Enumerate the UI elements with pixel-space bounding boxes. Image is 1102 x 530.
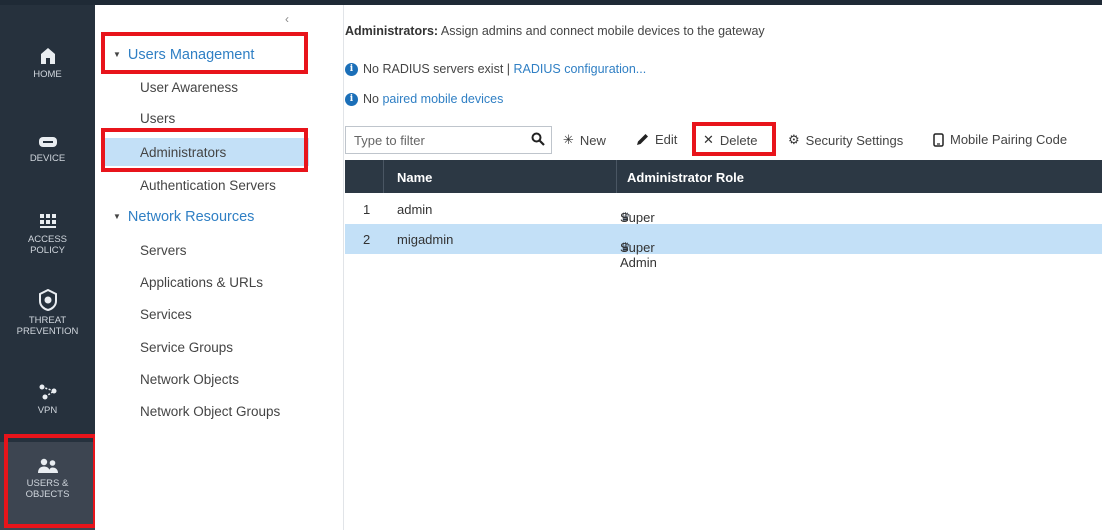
- nav-access-policy-label-1: ACCESS: [27, 234, 68, 245]
- sidebar-item-user-awareness[interactable]: User Awareness: [140, 80, 238, 95]
- radius-info-text: No RADIUS servers exist |: [363, 62, 514, 76]
- info-icon: i: [345, 92, 358, 106]
- edit-button[interactable]: Edit: [636, 132, 677, 147]
- nav-threat-prevention[interactable]: THREAT PREVENTION: [0, 289, 95, 337]
- table-row-selected[interactable]: 2 migadmin ♛ Super Admin: [345, 224, 1102, 270]
- row-number: 1: [363, 202, 371, 217]
- page-title-bold: Administrators:: [345, 24, 439, 38]
- row-number: 2: [363, 232, 371, 247]
- edit-label: Edit: [655, 132, 678, 147]
- sidebar-item-applications-urls[interactable]: Applications & URLs: [140, 275, 263, 290]
- sidebar-item-administrators[interactable]: Administrators: [140, 145, 226, 160]
- admin-name-cell: migadmin: [397, 232, 454, 247]
- mobile-info-prefix: No: [363, 92, 383, 106]
- nav-threat-label-2: PREVENTION: [16, 326, 79, 337]
- column-header-administrator-role[interactable]: Administrator Role: [627, 170, 744, 185]
- security-settings-button[interactable]: ⚙ Security Settings: [788, 132, 903, 148]
- table-row[interactable]: 1 admin ♛Super Admin: [345, 194, 1102, 240]
- admin-name-cell: admin: [397, 202, 433, 217]
- vpn-icon: [39, 384, 56, 400]
- nav-access-policy[interactable]: ACCESS POLICY: [0, 212, 95, 256]
- delete-button[interactable]: ✕ Delete: [703, 132, 757, 148]
- filter-box: [345, 126, 552, 154]
- threat-prevention-icon: [38, 289, 57, 311]
- sidebar-item-network-object-groups[interactable]: Network Object Groups: [140, 404, 280, 419]
- nav-home-label: HOME: [33, 69, 62, 80]
- mobile-info: i No paired mobile devices: [345, 92, 503, 106]
- collapse-sidebar-icon[interactable]: ‹: [285, 12, 289, 26]
- nav-users-objects-label-2: OBJECTS: [25, 489, 70, 500]
- info-icon: i: [345, 62, 358, 76]
- sidebar-item-servers[interactable]: Servers: [140, 243, 187, 258]
- section-network-resources-label: Network Resources: [127, 209, 255, 225]
- admin-role-cell: Super Admin: [620, 240, 657, 270]
- edit-pencil-icon: [637, 134, 648, 145]
- page-title: Administrators: Assign admins and connec…: [345, 24, 765, 38]
- section-users-management-label: Users Management: [127, 47, 255, 63]
- nav-threat-label-1: THREAT: [28, 315, 67, 326]
- radius-configuration-link[interactable]: RADIUS configuration...: [514, 62, 647, 76]
- section-network-resources[interactable]: ▼ Network Resources: [113, 209, 254, 225]
- mobile-pairing-code-button[interactable]: Mobile Pairing Code: [933, 132, 1067, 147]
- sidebar-item-authentication-servers[interactable]: Authentication Servers: [140, 178, 276, 193]
- caret-down-icon: ▼: [113, 212, 121, 221]
- section-users-management[interactable]: ▼ Users Management: [113, 47, 254, 63]
- main-nav-rail: HOME DEVICE ACCESS POLICY THREAT PREVENT…: [0, 5, 95, 530]
- users-objects-icon: [37, 458, 58, 473]
- access-policy-icon: [39, 214, 56, 228]
- table-header: Name Administrator Role: [345, 160, 1102, 193]
- column-header-name[interactable]: Name: [397, 170, 432, 185]
- column-divider: [616, 160, 617, 193]
- sidebar-item-users[interactable]: Users: [140, 111, 175, 126]
- nav-users-objects[interactable]: USERS & OBJECTS: [0, 442, 95, 530]
- close-icon: ✕: [703, 132, 714, 147]
- search-icon[interactable]: [531, 132, 545, 146]
- nav-vpn[interactable]: VPN: [0, 383, 95, 416]
- gear-icon: ⚙: [788, 132, 800, 147]
- new-button[interactable]: ✳ New: [563, 132, 606, 148]
- caret-down-icon: ▼: [113, 50, 121, 59]
- mobile-pairing-code-label: Mobile Pairing Code: [950, 132, 1068, 147]
- nav-home[interactable]: HOME: [0, 47, 95, 80]
- home-icon: [40, 48, 55, 64]
- paired-mobile-devices-link[interactable]: paired mobile devices: [382, 92, 503, 106]
- nav-device-label: DEVICE: [29, 153, 66, 164]
- nav-vpn-label: VPN: [37, 405, 58, 416]
- column-divider: [383, 160, 384, 193]
- delete-label: Delete: [719, 132, 758, 148]
- security-settings-label: Security Settings: [805, 132, 904, 148]
- mobile-phone-icon: [933, 132, 944, 147]
- nav-access-policy-label-2: POLICY: [30, 245, 65, 256]
- new-label: New: [579, 132, 606, 148]
- radius-info: i No RADIUS servers exist | RADIUS confi…: [345, 62, 646, 76]
- filter-input[interactable]: [346, 127, 521, 153]
- nav-device[interactable]: DEVICE: [0, 135, 95, 164]
- sidebar-item-service-groups[interactable]: Service Groups: [140, 340, 233, 355]
- nav-users-objects-label-1: USERS &: [26, 478, 69, 489]
- sidebar-item-network-objects[interactable]: Network Objects: [140, 372, 239, 387]
- page-title-rest: Assign admins and connect mobile devices…: [438, 24, 765, 38]
- device-icon: [38, 137, 57, 147]
- new-icon: ✳: [563, 132, 574, 147]
- sidebar-item-services[interactable]: Services: [140, 307, 192, 322]
